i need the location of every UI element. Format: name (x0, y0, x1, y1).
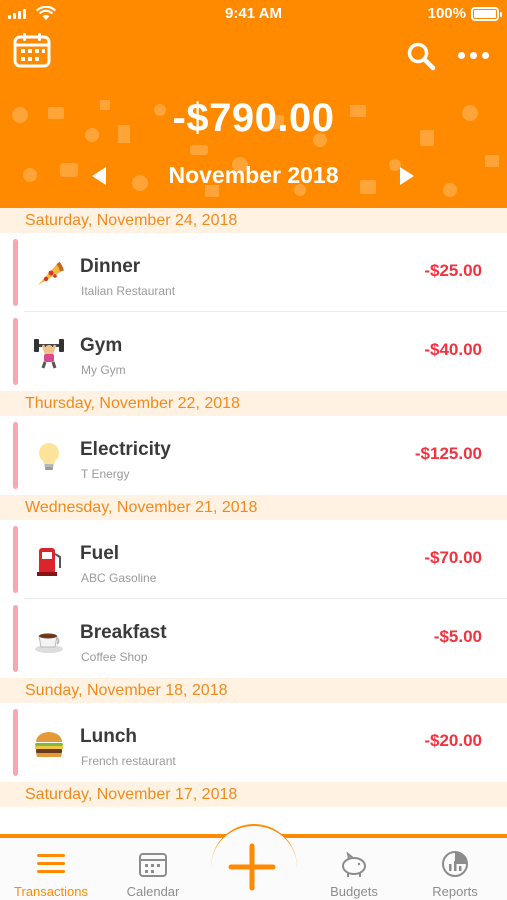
month-label[interactable]: November 2018 (0, 162, 507, 189)
row-marker (13, 526, 18, 593)
transaction-payee: French restaurant (81, 754, 176, 768)
transaction-amount: -$125.00 (414, 444, 482, 463)
coffee-icon (35, 633, 63, 653)
transaction-payee: ABC Gasoline (81, 571, 157, 585)
transaction-amount: -$20.00 (424, 731, 482, 750)
row-marker (13, 239, 18, 306)
transaction-row[interactable]: Dinner Italian Restaurant -$25.00 (0, 233, 507, 312)
row-marker (13, 318, 18, 385)
transaction-payee: My Gym (81, 363, 126, 377)
tab-calendar[interactable]: Calendar (108, 838, 198, 900)
date-header: Saturday, November 24, 2018 (0, 208, 507, 233)
total-amount: -$790.00 (172, 96, 335, 140)
transaction-amount: -$25.00 (424, 261, 482, 280)
transaction-row[interactable]: Gym My Gym -$40.00 (0, 312, 507, 391)
tab-transactions[interactable]: Transactions (6, 838, 96, 900)
pie-chart-icon (442, 851, 468, 877)
transaction-payee: Italian Restaurant (81, 284, 176, 298)
row-marker (13, 422, 18, 489)
calendar-icon (139, 853, 167, 877)
more-dot (470, 51, 477, 59)
date-header: Wednesday, November 21, 2018 (0, 495, 507, 520)
piggy-bank-icon (342, 851, 366, 877)
add-transaction-button[interactable] (211, 824, 297, 900)
status-bar: 9:41 AM 100% (0, 0, 507, 28)
transaction-row[interactable]: Lunch French restaurant -$20.00 (0, 703, 507, 782)
date-header: Saturday, November 17, 2018 (0, 782, 507, 807)
transaction-row[interactable]: Breakfast Coffee Shop -$5.00 (0, 599, 507, 678)
tab-label: Reports (432, 884, 478, 899)
transaction-amount: -$40.00 (424, 340, 482, 359)
transaction-row[interactable]: Fuel ABC Gasoline -$70.00 (0, 520, 507, 599)
calendar-icon (13, 33, 51, 68)
plus-icon (228, 843, 276, 891)
more-dot (458, 51, 465, 59)
weightlifter-icon (34, 339, 64, 369)
calendar-button[interactable] (13, 32, 51, 68)
burger-icon (35, 732, 63, 757)
transaction-title: Lunch (80, 726, 137, 747)
date-header: Sunday, November 18, 2018 (0, 678, 507, 703)
transaction-title: Dinner (80, 256, 141, 277)
transaction-row[interactable]: Electricity T Energy -$125.00 (0, 416, 507, 495)
transaction-payee: Coffee Shop (81, 650, 148, 664)
more-button[interactable] (458, 46, 494, 64)
header: 9:41 AM 100% -$790.00 November 2018 (0, 0, 507, 208)
date-header: Thursday, November 22, 2018 (0, 391, 507, 416)
transaction-payee: T Energy (81, 467, 130, 481)
row-marker (13, 709, 18, 776)
month-navigator: November 2018 (0, 160, 507, 192)
tab-reports[interactable]: Reports (410, 838, 500, 900)
lightbulb-icon (38, 443, 59, 470)
transaction-title: Fuel (80, 543, 120, 564)
battery-icon (471, 7, 502, 21)
search-icon (407, 42, 436, 71)
battery-percentage: 100% (427, 5, 466, 22)
next-month-button[interactable] (400, 167, 414, 185)
tab-label: Calendar (126, 884, 180, 899)
transaction-title: Gym (80, 335, 123, 356)
fuel-pump-icon (37, 548, 61, 576)
transaction-list: Saturday, November 24, 2018 Dinner Itali… (0, 208, 507, 807)
search-button[interactable] (405, 40, 437, 72)
pizza-icon (38, 261, 64, 285)
transaction-amount: -$70.00 (424, 548, 482, 567)
tab-budgets[interactable]: Budgets (309, 838, 399, 900)
transaction-title: Electricity (80, 439, 171, 460)
tab-label: Budgets (330, 884, 378, 899)
more-dot (482, 51, 489, 59)
tab-label: Transactions (14, 884, 88, 899)
transaction-title: Breakfast (80, 622, 167, 643)
row-marker (13, 605, 18, 672)
list-icon (37, 854, 65, 873)
transaction-amount: -$5.00 (433, 627, 482, 646)
